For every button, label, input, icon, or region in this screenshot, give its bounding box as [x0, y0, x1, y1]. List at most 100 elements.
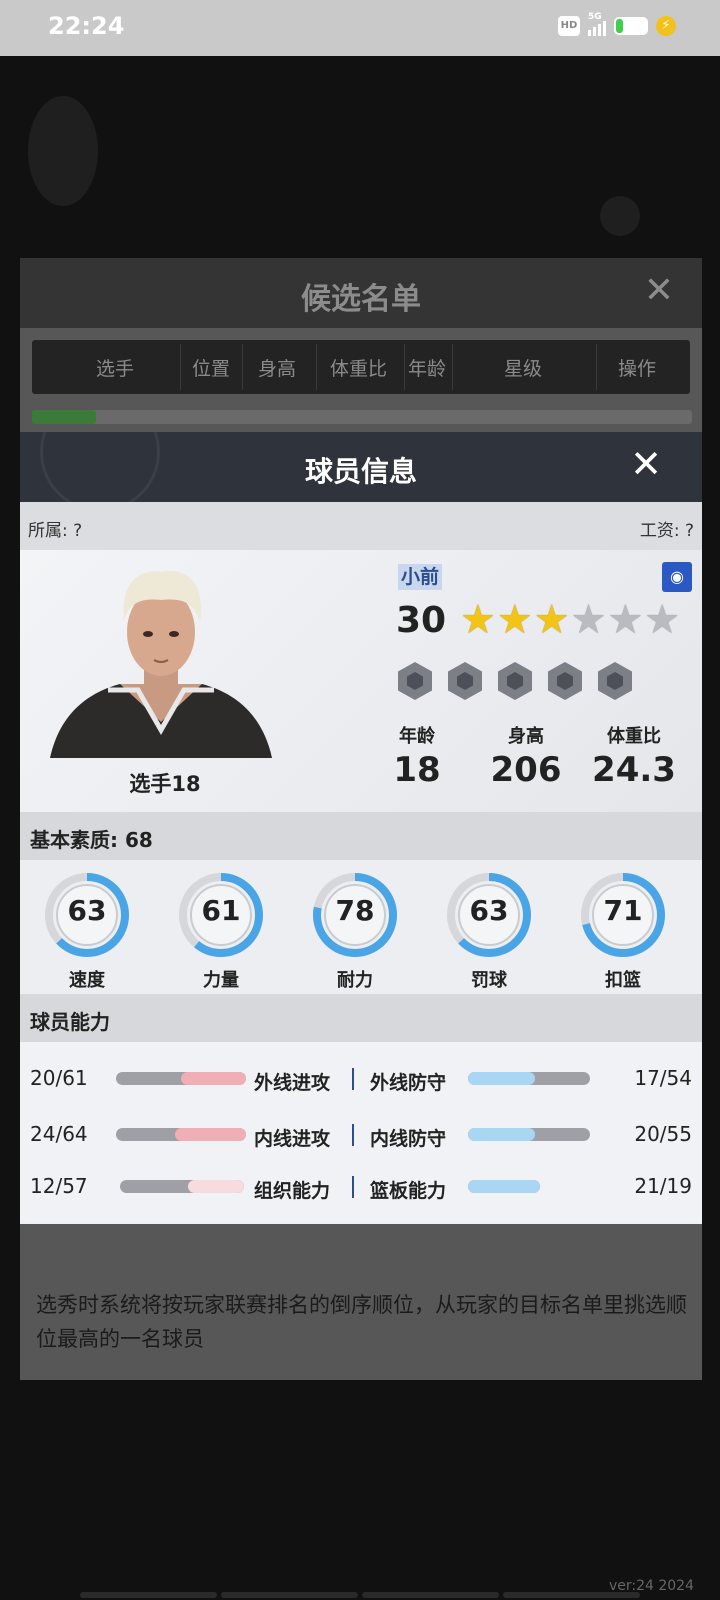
badge-slot-icon	[398, 662, 432, 700]
status-bar: 22:24 HD 5G ⚡	[0, 0, 720, 56]
background-character	[28, 96, 98, 206]
battery-icon	[614, 17, 648, 35]
charging-icon: ⚡	[656, 16, 676, 36]
ability-right-bar	[468, 1180, 540, 1193]
candidate-column-headers: 选手 位置 身高 体重比 年龄 星级 操作	[32, 340, 690, 394]
quality-gauge: 71 扣篮	[578, 870, 668, 992]
attribute-age: 年龄 18	[382, 722, 452, 790]
ability-title: 球员能力	[30, 1010, 110, 1034]
affiliation-label: 所属: ?	[28, 521, 83, 541]
ability-left-bar	[116, 1072, 246, 1085]
ability-left-value: 24/64	[30, 1122, 88, 1146]
column-weight-ratio: 体重比	[330, 358, 388, 380]
ability-right-bar	[468, 1072, 590, 1085]
gauge-label: 罚球	[471, 970, 507, 991]
signal-icon: 5G	[588, 12, 606, 36]
player-info-modal: 球员信息 ✕ 所属: ? 工资: ? 选手18 小前 ◉ 30 ★ ★ ★ ★ ★ ★ 年…	[20, 432, 702, 1224]
gauge-label: 扣篮	[605, 970, 641, 991]
ability-left-bar	[120, 1180, 244, 1193]
badge-slot-icon	[548, 662, 582, 700]
ability-header: 球员能力	[20, 994, 702, 1042]
player-name: 选手18	[129, 772, 201, 796]
quality-gauge: 63 速度	[42, 870, 132, 992]
basic-quality-gauges: 63 速度 61 力量 78 耐力 63 罚球 71 扣篮	[20, 860, 702, 994]
ability-right-value: 21/19	[634, 1174, 692, 1198]
quality-gauge: 78 耐力	[310, 870, 400, 992]
ability-right-fill	[468, 1180, 540, 1193]
position-tag: 小前	[398, 564, 443, 590]
ability-row: 20/61 外线进攻 外线防守 17/54	[20, 1064, 702, 1094]
ability-right-value: 20/55	[634, 1122, 692, 1146]
column-age: 年龄	[408, 358, 447, 380]
gauge-label: 力量	[203, 970, 239, 991]
star-icon: ★	[570, 597, 607, 643]
ability-left-fill	[174, 1128, 246, 1141]
hd-icon: HD	[558, 16, 580, 36]
badge-slot-icon	[448, 662, 482, 700]
attribute-weight-ratio: 体重比 24.3	[584, 722, 684, 790]
status-icons: HD 5G ⚡	[558, 12, 676, 36]
ability-right-value: 17/54	[634, 1066, 692, 1090]
player-portrait	[50, 570, 272, 758]
gauge-value: 63	[67, 894, 107, 927]
ability-left-label: 内线进攻	[254, 1128, 331, 1150]
gauge-value: 71	[603, 894, 643, 927]
star-rating: ★ ★ ★ ★ ★ ★	[460, 598, 680, 642]
ability-left-fill	[181, 1072, 246, 1085]
badge-slot-icon	[598, 662, 632, 700]
basic-quality-header: 基本素质: 68	[20, 812, 702, 860]
ability-separator	[352, 1124, 354, 1146]
ability-right-fill	[468, 1072, 536, 1085]
gauge-value: 61	[201, 894, 241, 927]
attribute-label: 年龄	[399, 726, 435, 747]
candidate-header: 候选名单 ✕	[20, 258, 702, 328]
info-button[interactable]: ◉	[662, 562, 692, 592]
column-action: 操作	[618, 358, 657, 380]
ability-separator	[352, 1176, 354, 1198]
ability-left-label: 外线进攻	[254, 1072, 331, 1094]
draft-rule-note: 选秀时系统将按玩家联赛排名的倒序顺位，从玩家的目标名单里挑选顺位最高的一名球员	[36, 1293, 687, 1351]
badge-slot-icon	[498, 662, 532, 700]
star-icon: ★	[533, 597, 570, 643]
column-stars: 星级	[504, 358, 543, 380]
quality-gauge: 63 罚球	[444, 870, 534, 992]
star-icon: ★	[460, 597, 496, 643]
attribute-value: 24.3	[592, 750, 676, 790]
modal-header: 球员信息 ✕	[20, 432, 702, 502]
badge-slots	[398, 662, 632, 700]
column-player: 选手	[96, 358, 135, 380]
candidate-title: 候选名单	[301, 282, 421, 317]
overall-rating: 30	[396, 600, 447, 641]
network-type: 5G	[588, 12, 602, 22]
star-icon: ★	[607, 597, 644, 643]
quality-gauge: 61 力量	[176, 870, 266, 992]
candidate-progress-bar	[32, 410, 692, 424]
close-icon[interactable]: ✕	[630, 442, 662, 486]
ability-left-value: 20/61	[30, 1066, 88, 1090]
background-icon	[600, 196, 640, 236]
star-icon: ★	[644, 597, 681, 643]
attribute-height: 身高 206	[486, 722, 566, 790]
ability-separator	[352, 1068, 354, 1090]
ability-right-label: 内线防守	[370, 1128, 447, 1150]
modal-title: 球员信息	[304, 455, 417, 488]
ability-row: 12/57 组织能力 篮板能力 21/19	[20, 1172, 702, 1202]
ability-right-fill	[468, 1128, 536, 1141]
attribute-label: 体重比	[607, 726, 661, 747]
gauge-label: 速度	[69, 970, 105, 991]
star-icon: ★	[496, 597, 533, 643]
status-time: 22:24	[48, 12, 125, 40]
bottom-nav-indicators	[80, 1592, 640, 1598]
salary-label: 工资: ?	[639, 521, 694, 541]
gauge-value: 63	[469, 894, 509, 927]
attribute-label: 身高	[508, 726, 544, 747]
ability-list: 20/61 外线进攻 外线防守 17/54 24/64 内线进攻 内线防守 20/55 12/5…	[20, 1042, 702, 1222]
column-height: 身高	[258, 358, 297, 380]
gauge-value: 78	[335, 894, 375, 927]
column-position: 位置	[192, 358, 231, 380]
ability-left-label: 组织能力	[254, 1180, 331, 1202]
ability-right-label: 篮板能力	[370, 1180, 447, 1202]
ability-row: 24/64 内线进攻 内线防守 20/55	[20, 1120, 702, 1150]
gauge-label: 耐力	[337, 970, 373, 991]
close-icon[interactable]: ✕	[644, 270, 674, 311]
